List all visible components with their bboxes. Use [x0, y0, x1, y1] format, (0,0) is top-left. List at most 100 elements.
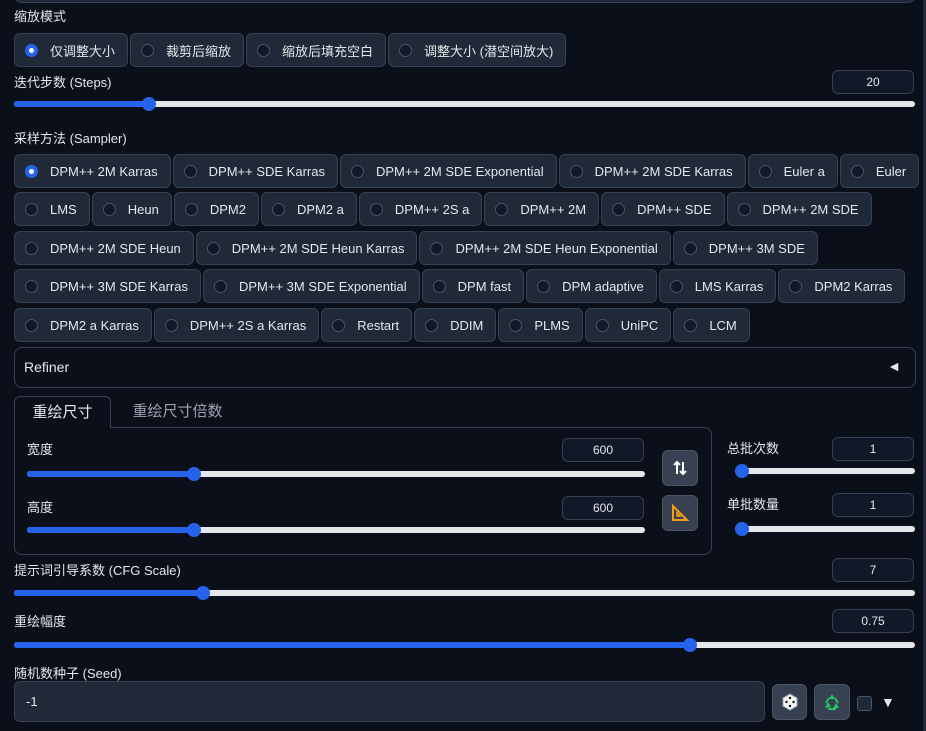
sampler-option-heun[interactable]: Heun — [91, 192, 172, 226]
cfg-slider-thumb[interactable] — [196, 586, 211, 600]
extra-seed-checkbox[interactable] — [857, 696, 872, 711]
swap-dimensions-button[interactable] — [662, 450, 698, 486]
radio-icon[interactable] — [683, 241, 697, 255]
radio-icon[interactable] — [183, 164, 197, 178]
sampler-option-dpmpp-2s-a-karras[interactable]: DPM++ 2S a Karras — [153, 308, 320, 342]
batch-count-slider[interactable] — [735, 464, 915, 478]
radio-icon[interactable] — [25, 202, 38, 216]
sampler-option-dpmpp-3m-sde-karras[interactable]: DPM++ 3M SDE Karras — [14, 269, 201, 303]
resize-mode-option-裁剪后缩放[interactable]: 裁剪后缩放 — [130, 33, 245, 67]
sampler-option-restart[interactable]: Restart — [321, 308, 413, 342]
width-input[interactable]: 600 — [562, 438, 644, 462]
sampler-option-dpmpp-2m-sde-heun-exponential[interactable]: DPM++ 2M SDE Heun Exponential — [419, 231, 671, 265]
reuse-seed-button[interactable] — [814, 684, 850, 720]
tab-resize-by[interactable]: 重绘尺寸倍数 — [115, 396, 240, 428]
sampler-option-dpmpp-3m-sde[interactable]: DPM++ 3M SDE — [672, 231, 818, 265]
radio-icon[interactable] — [25, 43, 38, 57]
sampler-option-dpmpp-sde-karras[interactable]: DPM++ SDE Karras — [172, 154, 338, 188]
sampler-option-dpmpp-2m-sde-heun[interactable]: DPM++ 2M SDE Heun — [14, 231, 194, 265]
denoise-slider-thumb[interactable] — [682, 638, 697, 652]
radio-icon[interactable] — [25, 164, 38, 178]
radio-icon[interactable] — [257, 43, 271, 57]
radio-icon[interactable] — [432, 279, 446, 293]
sampler-option-plms[interactable]: PLMS — [498, 308, 583, 342]
sampler-option-lms-karras[interactable]: LMS Karras — [658, 269, 777, 303]
sampler-option-dpmpp-2m-karras[interactable]: DPM++ 2M Karras — [14, 154, 171, 188]
sampler-option-dpmpp-2m[interactable]: DPM++ 2M — [484, 192, 600, 226]
extra-seed-arrow-icon[interactable]: ▼ — [881, 694, 895, 710]
width-slider[interactable] — [27, 467, 645, 481]
resize-mode-option-仅调整大小[interactable]: 仅调整大小 — [14, 33, 129, 67]
sampler-option-dpmpp-2m-sde-exponential[interactable]: DPM++ 2M SDE Exponential — [339, 154, 557, 188]
sampler-option-dpm2[interactable]: DPM2 — [173, 192, 259, 226]
radio-icon[interactable] — [25, 279, 38, 293]
collapse-arrow-icon[interactable]: ◄ — [887, 358, 901, 374]
radio-icon[interactable] — [369, 202, 383, 216]
radio-icon[interactable] — [495, 202, 509, 216]
width-slider-thumb[interactable] — [186, 467, 201, 481]
radio-icon[interactable] — [737, 202, 751, 216]
sampler-option-ddim[interactable]: DDIM — [414, 308, 497, 342]
denoise-input[interactable]: 0.75 — [832, 609, 914, 633]
radio-icon[interactable] — [271, 202, 285, 216]
batch-count-input[interactable]: 1 — [832, 437, 914, 461]
radio-icon[interactable] — [684, 318, 698, 332]
radio-icon[interactable] — [569, 164, 583, 178]
radio-icon[interactable] — [595, 318, 609, 332]
sampler-option-euler[interactable]: Euler — [839, 154, 920, 188]
resize-mode-option-调整大小-潜空间放大[interactable]: 调整大小 (潜空间放大) — [388, 33, 567, 67]
batch-size-slider[interactable] — [735, 522, 915, 536]
radio-icon[interactable] — [425, 318, 439, 332]
radio-icon[interactable] — [350, 164, 364, 178]
radio-icon[interactable] — [332, 318, 346, 332]
sampler-option-dpm-adaptive[interactable]: DPM adaptive — [526, 269, 657, 303]
radio-icon[interactable] — [141, 43, 155, 57]
sampler-option-dpm2-a-karras[interactable]: DPM2 a Karras — [14, 308, 152, 342]
height-slider-thumb[interactable] — [186, 523, 201, 537]
sampler-option-lms[interactable]: LMS — [14, 192, 90, 226]
seed-input[interactable]: -1 — [14, 681, 765, 722]
sampler-option-dpm2-karras[interactable]: DPM2 Karras — [778, 269, 906, 303]
steps-slider[interactable] — [14, 97, 915, 111]
sampler-option-lcm[interactable]: LCM — [673, 308, 750, 342]
radio-icon[interactable] — [25, 318, 38, 332]
refiner-accordion[interactable]: Refiner ◄ — [14, 347, 916, 388]
sampler-option-unipc[interactable]: UniPC — [584, 308, 672, 342]
sampler-option-dpmpp-sde[interactable]: DPM++ SDE — [601, 192, 725, 226]
height-input[interactable]: 600 — [562, 496, 644, 520]
steps-input[interactable]: 20 — [832, 70, 914, 94]
sampler-option-dpmpp-2m-sde[interactable]: DPM++ 2M SDE — [726, 192, 872, 226]
radio-icon[interactable] — [758, 164, 772, 178]
radio-icon[interactable] — [537, 279, 551, 293]
sampler-option-dpm2-a[interactable]: DPM2 a — [260, 192, 357, 226]
radio-icon[interactable] — [509, 318, 523, 332]
sampler-option-dpmpp-2m-sde-karras[interactable]: DPM++ 2M SDE Karras — [558, 154, 746, 188]
radio-icon[interactable] — [214, 279, 227, 293]
radio-icon[interactable] — [206, 241, 220, 255]
batch-count-slider-thumb[interactable] — [735, 464, 749, 478]
sampler-option-dpm-fast[interactable]: DPM fast — [421, 269, 525, 303]
cfg-input[interactable]: 7 — [832, 558, 914, 582]
resize-mode-option-缩放后填充空白[interactable]: 缩放后填充空白 — [246, 33, 387, 67]
batch-size-slider-thumb[interactable] — [735, 522, 749, 536]
height-slider[interactable] — [27, 523, 645, 537]
radio-icon[interactable] — [430, 241, 444, 255]
radio-icon[interactable] — [399, 43, 413, 57]
steps-slider-thumb[interactable] — [142, 97, 157, 111]
tab-resize-to[interactable]: 重绘尺寸 — [14, 396, 111, 428]
sampler-option-dpmpp-2m-sde-heun-karras[interactable]: DPM++ 2M SDE Heun Karras — [195, 231, 418, 265]
radio-icon[interactable] — [669, 279, 683, 293]
radio-icon[interactable] — [164, 318, 178, 332]
radio-icon[interactable] — [850, 164, 864, 178]
denoise-slider[interactable] — [14, 638, 915, 652]
radio-icon[interactable] — [184, 202, 198, 216]
cfg-slider[interactable] — [14, 586, 915, 600]
radio-icon[interactable] — [102, 202, 116, 216]
radio-icon[interactable] — [25, 241, 38, 255]
sampler-option-euler-a[interactable]: Euler a — [747, 154, 838, 188]
radio-icon[interactable] — [612, 202, 626, 216]
aspect-ratio-button[interactable] — [662, 495, 698, 531]
sampler-option-dpmpp-3m-sde-exponential[interactable]: DPM++ 3M SDE Exponential — [203, 269, 420, 303]
random-seed-button[interactable] — [772, 684, 807, 720]
batch-size-input[interactable]: 1 — [832, 493, 914, 517]
